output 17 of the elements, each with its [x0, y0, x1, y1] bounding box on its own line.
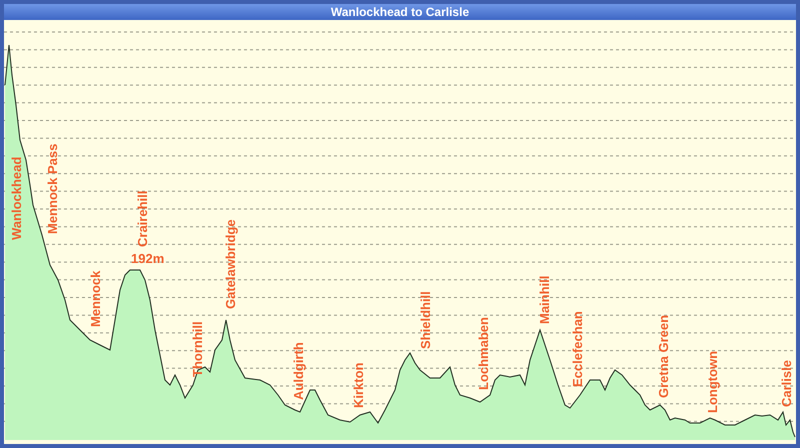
- place-label: Mennock: [89, 270, 103, 327]
- place-label: Gretna Green: [657, 314, 671, 398]
- place-label: Kirkton: [352, 362, 366, 408]
- peak-label: 192m: [131, 252, 164, 266]
- place-label: Auldgirth: [292, 342, 306, 400]
- place-label: Carlisle: [780, 360, 794, 407]
- place-label: Gatelawbridge: [224, 219, 238, 309]
- place-label: Thornhill: [191, 321, 205, 377]
- place-label: Shieldhill: [419, 291, 433, 349]
- place-label: Longtown: [706, 350, 720, 413]
- place-label: Crairehill: [136, 190, 150, 247]
- place-label: Mennock Pass: [46, 144, 60, 234]
- place-label: Lochmaben: [477, 317, 491, 390]
- chart-title: Wanlockhead to Carlisle: [4, 4, 796, 20]
- place-label: Wanlockhead: [10, 156, 24, 240]
- place-label: Ecclefechan: [571, 311, 585, 387]
- place-label: Mainhill: [538, 276, 552, 324]
